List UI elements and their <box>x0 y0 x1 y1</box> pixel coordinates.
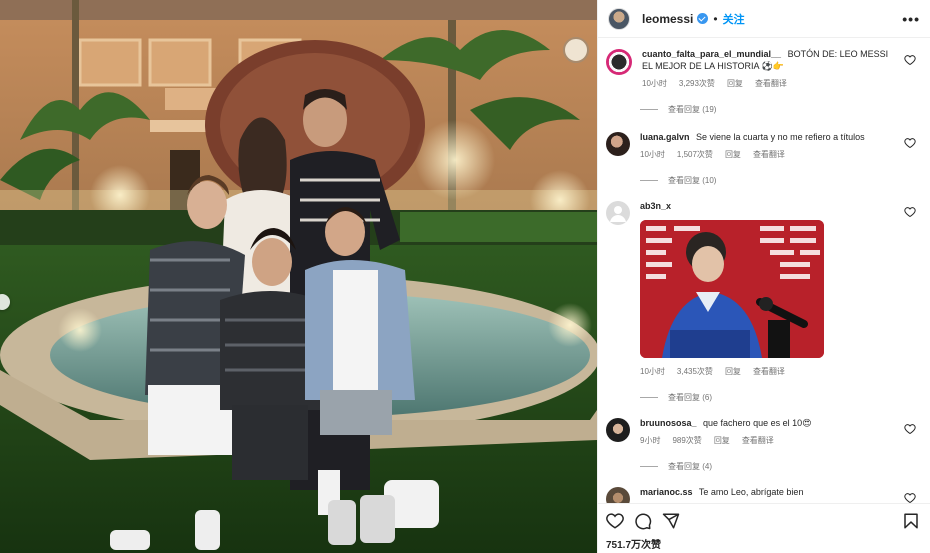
like-comment-heart-icon[interactable] <box>904 54 916 66</box>
view-replies-button[interactable]: 查看回复 (10) <box>640 175 920 186</box>
comment-username[interactable]: ab3n_x <box>640 201 671 211</box>
comment-text: que fachero que es el 10😍 <box>703 418 812 428</box>
comment-time: 10小时 <box>640 150 665 159</box>
comment-item: luana.galvn Se viene la cuarta y no me r… <box>606 131 920 161</box>
replies-line <box>640 109 658 110</box>
view-replies-label: 查看回复 (4) <box>668 462 712 471</box>
reply-button[interactable]: 回复 <box>725 149 741 161</box>
comment-item: ab3n_x 10小时 3,435次赞 回复 查看翻译 <box>606 200 920 378</box>
separator-dot: • <box>713 11 718 26</box>
press-conference-image <box>640 220 824 358</box>
replies-line <box>640 397 658 398</box>
comment-likes[interactable]: 989次赞 <box>672 435 701 447</box>
reply-button[interactable]: 回复 <box>714 435 730 447</box>
like-comment-heart-icon[interactable] <box>904 492 916 503</box>
view-replies-label: 查看回复 (19) <box>668 105 717 114</box>
comment-body: marianoc.ss Te amo Leo, abrígate bien <box>640 486 894 503</box>
comment-text: Te amo Leo, abrígate bien <box>698 487 804 497</box>
reply-button[interactable]: 回复 <box>727 78 743 90</box>
commenter-avatar[interactable] <box>606 132 630 156</box>
comment-body: luana.galvn Se viene la cuarta y no me r… <box>640 131 894 161</box>
comment-time: 10小时 <box>642 79 667 88</box>
like-comment-heart-icon[interactable] <box>904 423 916 435</box>
comment-time: 10小时 <box>640 367 665 376</box>
follow-button[interactable]: 关注 <box>723 11 745 27</box>
share-icon[interactable] <box>662 512 680 530</box>
default-avatar-icon <box>610 206 626 222</box>
reply-button[interactable]: 回复 <box>725 366 741 378</box>
action-bar <box>606 512 920 530</box>
commenter-avatar[interactable] <box>606 49 632 75</box>
verified-icon <box>697 13 709 24</box>
replies-line <box>640 180 658 181</box>
translate-button[interactable]: 查看翻译 <box>742 435 774 447</box>
comment-likes[interactable]: 3,293次赞 <box>679 78 715 90</box>
comment-list[interactable]: cuanto_falta_para_el_mundial__ BOTÓN DE:… <box>598 38 930 503</box>
bookmark-icon[interactable] <box>902 512 920 530</box>
like-comment-heart-icon[interactable] <box>904 206 916 218</box>
comment-meta: 10小时 1,507次赞 回复 查看翻译 <box>640 149 894 161</box>
like-count[interactable]: 751.7万次赞 <box>606 536 920 551</box>
commenter-avatar[interactable] <box>606 487 630 503</box>
comment-likes[interactable]: 3,435次赞 <box>677 366 713 378</box>
author-avatar[interactable] <box>608 7 630 30</box>
view-replies-button[interactable]: 查看回复 (6) <box>640 392 920 403</box>
comment-item: bruunososa_ que fachero que es el 10😍 9小… <box>606 417 920 447</box>
view-replies-label: 查看回复 (10) <box>668 176 717 185</box>
view-replies-label: 查看回复 (6) <box>668 393 712 402</box>
comments-panel: leomessi • 关注 ••• cuanto_falta_para_el_m… <box>597 0 930 553</box>
family-photo-illustration <box>0 0 597 553</box>
translate-button[interactable]: 查看翻译 <box>753 149 785 161</box>
comment-body: bruunososa_ que fachero que es el 10😍 9小… <box>640 417 894 447</box>
translate-button[interactable]: 查看翻译 <box>755 78 787 90</box>
replies-line <box>640 466 658 467</box>
post-footer: 751.7万次赞 <box>598 503 930 553</box>
comment-username[interactable]: luana.galvn <box>640 132 690 142</box>
comment-username[interactable]: bruunososa_ <box>640 418 697 428</box>
comment-meta: 10小时 3,293次赞 回复 查看翻译 <box>642 78 894 90</box>
author-username[interactable]: leomessi <box>642 12 693 26</box>
comment-meta: 9小时 989次赞 回复 查看翻译 <box>640 435 894 447</box>
comment-meta: 10小时 3,435次赞 回复 查看翻译 <box>640 366 894 378</box>
view-replies-button[interactable]: 查看回复 (4) <box>640 461 920 472</box>
translate-button[interactable]: 查看翻译 <box>753 366 785 378</box>
comment-item: cuanto_falta_para_el_mundial__ BOTÓN DE:… <box>606 48 920 90</box>
comment-username[interactable]: cuanto_falta_para_el_mundial__ <box>642 49 781 59</box>
comment-username[interactable]: marianoc.ss <box>640 487 693 497</box>
post-photo[interactable] <box>0 0 597 553</box>
comment-body: ab3n_x 10小时 3,435次赞 回复 查看翻译 <box>640 200 894 378</box>
post-header: leomessi • 关注 ••• <box>598 0 930 38</box>
more-options-icon[interactable]: ••• <box>902 11 920 27</box>
like-heart-icon[interactable] <box>606 512 624 530</box>
commenter-avatar[interactable] <box>606 201 630 225</box>
comment-item: marianoc.ss Te amo Leo, abrígate bien <box>606 486 920 503</box>
comment-time: 9小时 <box>640 436 661 445</box>
comment-body: cuanto_falta_para_el_mundial__ BOTÓN DE:… <box>642 48 894 90</box>
comment-likes[interactable]: 1,507次赞 <box>677 149 713 161</box>
view-replies-button[interactable]: 查看回复 (19) <box>640 104 920 115</box>
commenter-avatar[interactable] <box>606 418 630 442</box>
comment-text: Se viene la cuarta y no me refiero a tít… <box>696 132 865 142</box>
comment-image[interactable] <box>640 220 824 358</box>
comment-icon[interactable] <box>634 512 652 530</box>
like-comment-heart-icon[interactable] <box>904 137 916 149</box>
